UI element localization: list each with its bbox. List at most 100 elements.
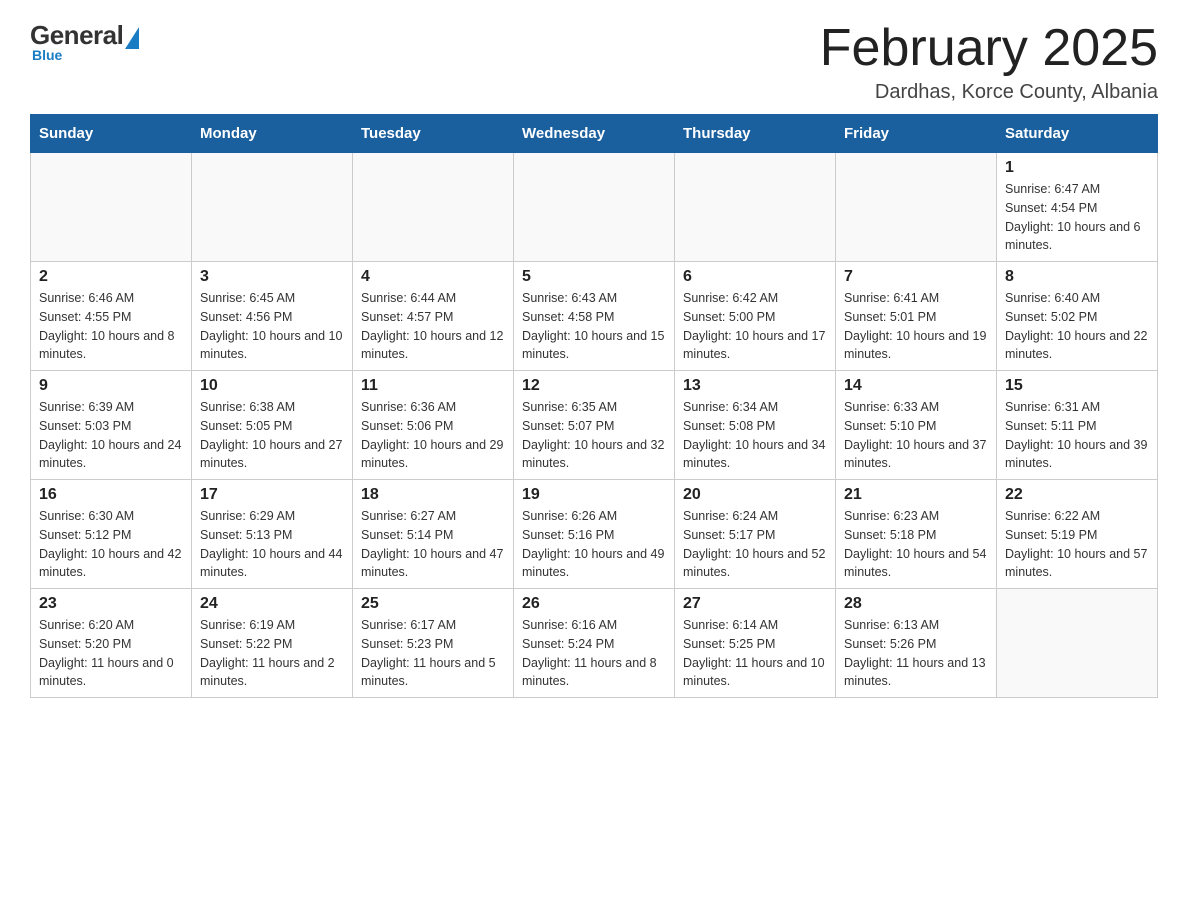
day-number: 2	[39, 268, 183, 286]
day-info: Sunrise: 6:30 AM Sunset: 5:12 PM Dayligh…	[39, 507, 183, 582]
calendar-week-row: 1 Sunrise: 6:47 AM Sunset: 4:54 PM Daylig…	[31, 153, 1158, 262]
day-info: Sunrise: 6:41 AM Sunset: 5:01 PM Dayligh…	[844, 289, 988, 364]
logo: General Blue	[30, 20, 139, 63]
calendar-cell	[192, 153, 353, 262]
day-info: Sunrise: 6:42 AM Sunset: 5:00 PM Dayligh…	[683, 289, 827, 364]
calendar-header-monday: Monday	[192, 115, 353, 153]
calendar-cell: 1 Sunrise: 6:47 AM Sunset: 4:54 PM Daylig…	[997, 153, 1158, 262]
day-info: Sunrise: 6:16 AM Sunset: 5:24 PM Dayligh…	[522, 616, 666, 691]
calendar-cell: 12Sunrise: 6:35 AM Sunset: 5:07 PM Dayli…	[514, 371, 675, 480]
day-number: 13	[683, 377, 827, 395]
calendar-week-row: 2Sunrise: 6:46 AM Sunset: 4:55 PM Daylig…	[31, 262, 1158, 371]
title-block: February 2025 Dardhas, Korce County, Alb…	[820, 20, 1158, 104]
calendar-cell: 16 Sunrise: 6:30 AM Sunset: 5:12 PM Dayli…	[31, 480, 192, 589]
day-info: Sunrise: 6:45 AM Sunset: 4:56 PM Dayligh…	[200, 289, 344, 364]
day-number: 14	[844, 377, 988, 395]
calendar-cell: 28 Sunrise: 6:13 AM Sunset: 5:26 PM Dayli…	[836, 589, 997, 698]
day-info: Sunrise: 6:29 AM Sunset: 5:13 PM Dayligh…	[200, 507, 344, 582]
calendar-cell: 8Sunrise: 6:40 AM Sunset: 5:02 PM Daylig…	[997, 262, 1158, 371]
logo-blue-text: Blue	[32, 47, 62, 63]
calendar-cell: 21 Sunrise: 6:23 AM Sunset: 5:18 PM Dayli…	[836, 480, 997, 589]
calendar-week-row: 23 Sunrise: 6:20 AM Sunset: 5:20 PM Dayli…	[31, 589, 1158, 698]
day-number: 11	[361, 377, 505, 395]
day-number: 21	[844, 486, 988, 504]
calendar-cell: 11 Sunrise: 6:36 AM Sunset: 5:06 PM Dayli…	[353, 371, 514, 480]
calendar-table: SundayMondayTuesdayWednesdayThursdayFrid…	[30, 114, 1158, 698]
day-info: Sunrise: 6:17 AM Sunset: 5:23 PM Dayligh…	[361, 616, 505, 691]
day-number: 1	[1005, 159, 1149, 177]
calendar-cell: 2Sunrise: 6:46 AM Sunset: 4:55 PM Daylig…	[31, 262, 192, 371]
calendar-header-thursday: Thursday	[675, 115, 836, 153]
day-info: Sunrise: 6:22 AM Sunset: 5:19 PM Dayligh…	[1005, 507, 1149, 582]
calendar-week-row: 16 Sunrise: 6:30 AM Sunset: 5:12 PM Dayli…	[31, 480, 1158, 589]
day-number: 23	[39, 595, 183, 613]
calendar-header-tuesday: Tuesday	[353, 115, 514, 153]
calendar-cell: 4 Sunrise: 6:44 AM Sunset: 4:57 PM Daylig…	[353, 262, 514, 371]
calendar-header-row: SundayMondayTuesdayWednesdayThursdayFrid…	[31, 115, 1158, 153]
calendar-cell: 3 Sunrise: 6:45 AM Sunset: 4:56 PM Daylig…	[192, 262, 353, 371]
calendar-cell: 27Sunrise: 6:14 AM Sunset: 5:25 PM Dayli…	[675, 589, 836, 698]
day-info: Sunrise: 6:34 AM Sunset: 5:08 PM Dayligh…	[683, 398, 827, 473]
day-number: 19	[522, 486, 666, 504]
logo-triangle-icon	[125, 27, 139, 49]
calendar-cell: 13 Sunrise: 6:34 AM Sunset: 5:08 PM Dayli…	[675, 371, 836, 480]
day-number: 9	[39, 377, 183, 395]
calendar-cell: 18 Sunrise: 6:27 AM Sunset: 5:14 PM Dayli…	[353, 480, 514, 589]
day-number: 26	[522, 595, 666, 613]
day-info: Sunrise: 6:33 AM Sunset: 5:10 PM Dayligh…	[844, 398, 988, 473]
calendar-cell: 15 Sunrise: 6:31 AM Sunset: 5:11 PM Dayli…	[997, 371, 1158, 480]
calendar-cell	[675, 153, 836, 262]
day-number: 3	[200, 268, 344, 286]
calendar-cell: 25 Sunrise: 6:17 AM Sunset: 5:23 PM Dayli…	[353, 589, 514, 698]
calendar-cell	[997, 589, 1158, 698]
day-info: Sunrise: 6:36 AM Sunset: 5:06 PM Dayligh…	[361, 398, 505, 473]
day-info: Sunrise: 6:44 AM Sunset: 4:57 PM Dayligh…	[361, 289, 505, 364]
day-info: Sunrise: 6:47 AM Sunset: 4:54 PM Dayligh…	[1005, 180, 1149, 255]
day-info: Sunrise: 6:40 AM Sunset: 5:02 PM Dayligh…	[1005, 289, 1149, 364]
calendar-cell: 19 Sunrise: 6:26 AM Sunset: 5:16 PM Dayli…	[514, 480, 675, 589]
calendar-cell: 23 Sunrise: 6:20 AM Sunset: 5:20 PM Dayli…	[31, 589, 192, 698]
day-number: 22	[1005, 486, 1149, 504]
day-info: Sunrise: 6:14 AM Sunset: 5:25 PM Dayligh…	[683, 616, 827, 691]
calendar-cell	[31, 153, 192, 262]
day-info: Sunrise: 6:38 AM Sunset: 5:05 PM Dayligh…	[200, 398, 344, 473]
calendar-header-friday: Friday	[836, 115, 997, 153]
day-info: Sunrise: 6:20 AM Sunset: 5:20 PM Dayligh…	[39, 616, 183, 691]
day-info: Sunrise: 6:23 AM Sunset: 5:18 PM Dayligh…	[844, 507, 988, 582]
calendar-cell: 10Sunrise: 6:38 AM Sunset: 5:05 PM Dayli…	[192, 371, 353, 480]
day-info: Sunrise: 6:39 AM Sunset: 5:03 PM Dayligh…	[39, 398, 183, 473]
calendar-cell: 20 Sunrise: 6:24 AM Sunset: 5:17 PM Dayli…	[675, 480, 836, 589]
calendar-cell: 6 Sunrise: 6:42 AM Sunset: 5:00 PM Daylig…	[675, 262, 836, 371]
day-info: Sunrise: 6:13 AM Sunset: 5:26 PM Dayligh…	[844, 616, 988, 691]
calendar-cell: 14 Sunrise: 6:33 AM Sunset: 5:10 PM Dayli…	[836, 371, 997, 480]
day-info: Sunrise: 6:27 AM Sunset: 5:14 PM Dayligh…	[361, 507, 505, 582]
day-number: 7	[844, 268, 988, 286]
day-info: Sunrise: 6:31 AM Sunset: 5:11 PM Dayligh…	[1005, 398, 1149, 473]
day-number: 20	[683, 486, 827, 504]
calendar-cell	[514, 153, 675, 262]
location-subtitle: Dardhas, Korce County, Albania	[820, 81, 1158, 104]
calendar-cell	[836, 153, 997, 262]
day-info: Sunrise: 6:24 AM Sunset: 5:17 PM Dayligh…	[683, 507, 827, 582]
page-title: February 2025	[820, 20, 1158, 77]
day-number: 15	[1005, 377, 1149, 395]
day-number: 6	[683, 268, 827, 286]
calendar-cell: 7 Sunrise: 6:41 AM Sunset: 5:01 PM Daylig…	[836, 262, 997, 371]
calendar-header-saturday: Saturday	[997, 115, 1158, 153]
calendar-week-row: 9 Sunrise: 6:39 AM Sunset: 5:03 PM Daylig…	[31, 371, 1158, 480]
day-number: 16	[39, 486, 183, 504]
page-header: General Blue February 2025 Dardhas, Korc…	[30, 20, 1158, 104]
day-number: 28	[844, 595, 988, 613]
calendar-cell	[353, 153, 514, 262]
calendar-header-sunday: Sunday	[31, 115, 192, 153]
day-info: Sunrise: 6:26 AM Sunset: 5:16 PM Dayligh…	[522, 507, 666, 582]
day-number: 25	[361, 595, 505, 613]
calendar-cell: 17 Sunrise: 6:29 AM Sunset: 5:13 PM Dayli…	[192, 480, 353, 589]
day-number: 18	[361, 486, 505, 504]
day-number: 17	[200, 486, 344, 504]
calendar-cell: 9 Sunrise: 6:39 AM Sunset: 5:03 PM Daylig…	[31, 371, 192, 480]
calendar-header-wednesday: Wednesday	[514, 115, 675, 153]
day-number: 4	[361, 268, 505, 286]
calendar-cell: 24Sunrise: 6:19 AM Sunset: 5:22 PM Dayli…	[192, 589, 353, 698]
day-info: Sunrise: 6:19 AM Sunset: 5:22 PM Dayligh…	[200, 616, 344, 691]
